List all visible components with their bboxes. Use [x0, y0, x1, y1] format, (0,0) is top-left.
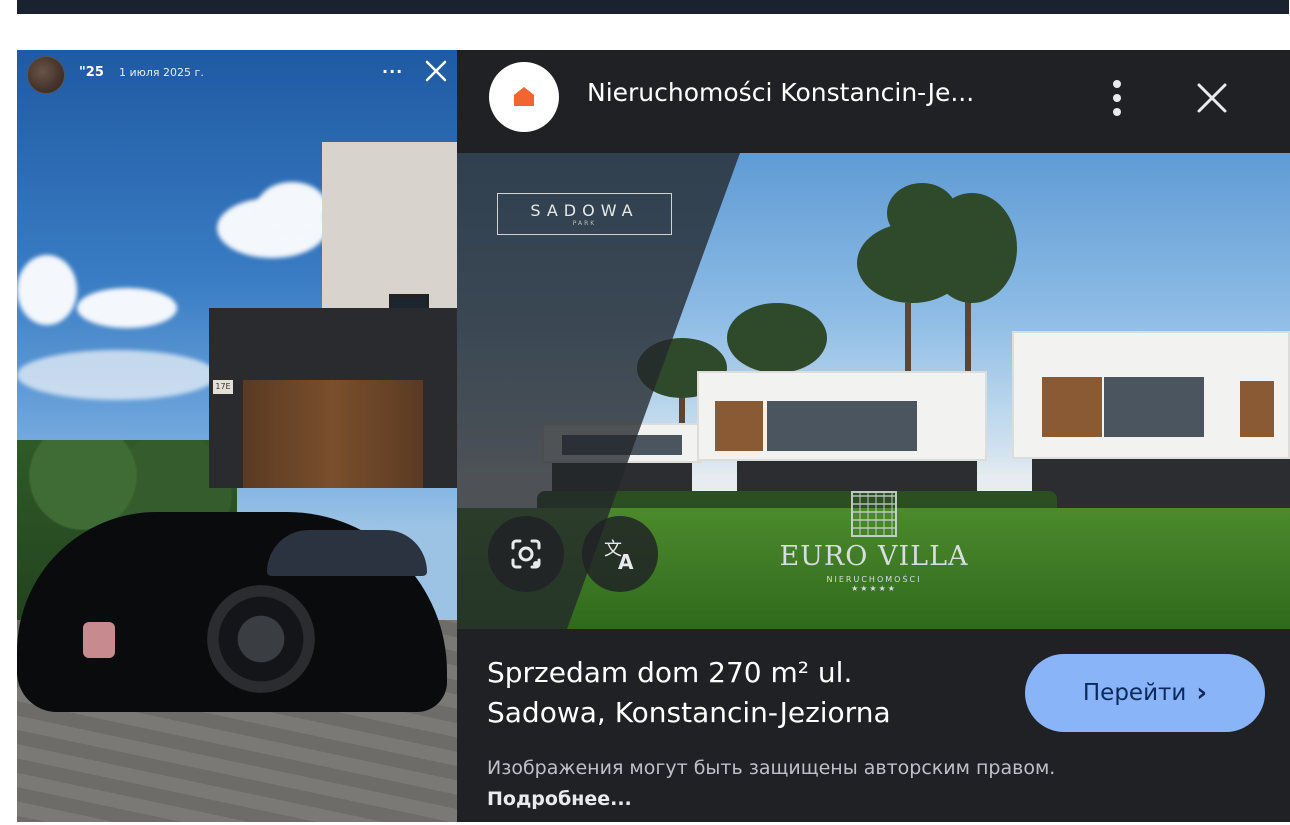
go-button[interactable]: Перейти › — [1025, 654, 1265, 732]
house-number: 17E — [213, 380, 233, 394]
garage-door — [243, 380, 423, 488]
site-title[interactable]: Nieruchomości Konstancin-Je... — [587, 78, 974, 107]
go-button-label: Перейти — [1082, 680, 1187, 706]
translate-icon[interactable]: 文 A — [582, 516, 658, 592]
chevron-right-icon: › — [1196, 678, 1208, 708]
cloud — [77, 288, 177, 328]
story-header: "25 1 июля 2025 г. ··· — [17, 50, 457, 100]
sadowa-logo-text: SADOWA — [530, 201, 639, 220]
eurovilla-name: EURO VILLA — [779, 541, 969, 572]
close-icon[interactable] — [1192, 78, 1232, 118]
eurovilla-stars: ★★★★★ — [851, 584, 897, 593]
ad-title[interactable]: Sprzedam dom 270 m² ul. Sadowa, Konstanc… — [487, 653, 1007, 733]
eurovilla-logo: EURO VILLA NIERUCHOMOŚCI ★★★★★ — [759, 491, 989, 593]
story-date: 1 июля 2025 г. — [119, 66, 204, 79]
story-username[interactable]: "25 — [79, 65, 104, 80]
car-taillight — [83, 622, 115, 658]
lens-header: Nieruchomości Konstancin-Je... — [457, 50, 1290, 153]
pine-tree — [927, 193, 1017, 303]
cloud — [257, 182, 327, 232]
car-window — [267, 530, 427, 576]
cloud — [17, 350, 217, 400]
more-icon[interactable]: ··· — [382, 62, 403, 81]
close-icon[interactable] — [421, 56, 451, 86]
avatar[interactable] — [27, 56, 65, 94]
cloud — [17, 255, 77, 325]
ad-title-line2: Sadowa, Konstancin-Jeziorna — [487, 696, 891, 729]
eurovilla-sub: NIERUCHOMOŚCI — [826, 575, 922, 584]
svg-text:A: A — [618, 550, 634, 573]
ad-info: Sprzedam dom 270 m² ul. Sadowa, Konstanc… — [457, 629, 1290, 822]
car-wheel — [207, 585, 315, 693]
home-logo-icon[interactable] — [489, 62, 559, 132]
kebab-menu-icon[interactable] — [1102, 78, 1132, 118]
house-garage: 17E — [209, 308, 457, 488]
lens-search-icon[interactable] — [488, 516, 564, 592]
sadowa-logo: SADOWA PARK — [497, 193, 672, 235]
ad-title-line1: Sprzedam dom 270 m² ul. — [487, 656, 853, 689]
eurovilla-mark-icon — [851, 491, 897, 537]
lens-result-panel: Nieruchomości Konstancin-Je... SADOWA PA… — [457, 50, 1290, 822]
copyright-note-text: Изображения могут быть защищены авторски… — [487, 757, 1056, 779]
learn-more-link[interactable]: Подробнее... — [487, 788, 632, 810]
copyright-note: Изображения могут быть защищены авторски… — [487, 753, 1107, 815]
sadowa-logo-sub: PARK — [572, 220, 597, 227]
story-panel[interactable]: 17E "25 1 июля 2025 г. ··· — [17, 50, 457, 822]
pine-tree — [727, 303, 827, 373]
top-status-bar — [17, 0, 1289, 14]
